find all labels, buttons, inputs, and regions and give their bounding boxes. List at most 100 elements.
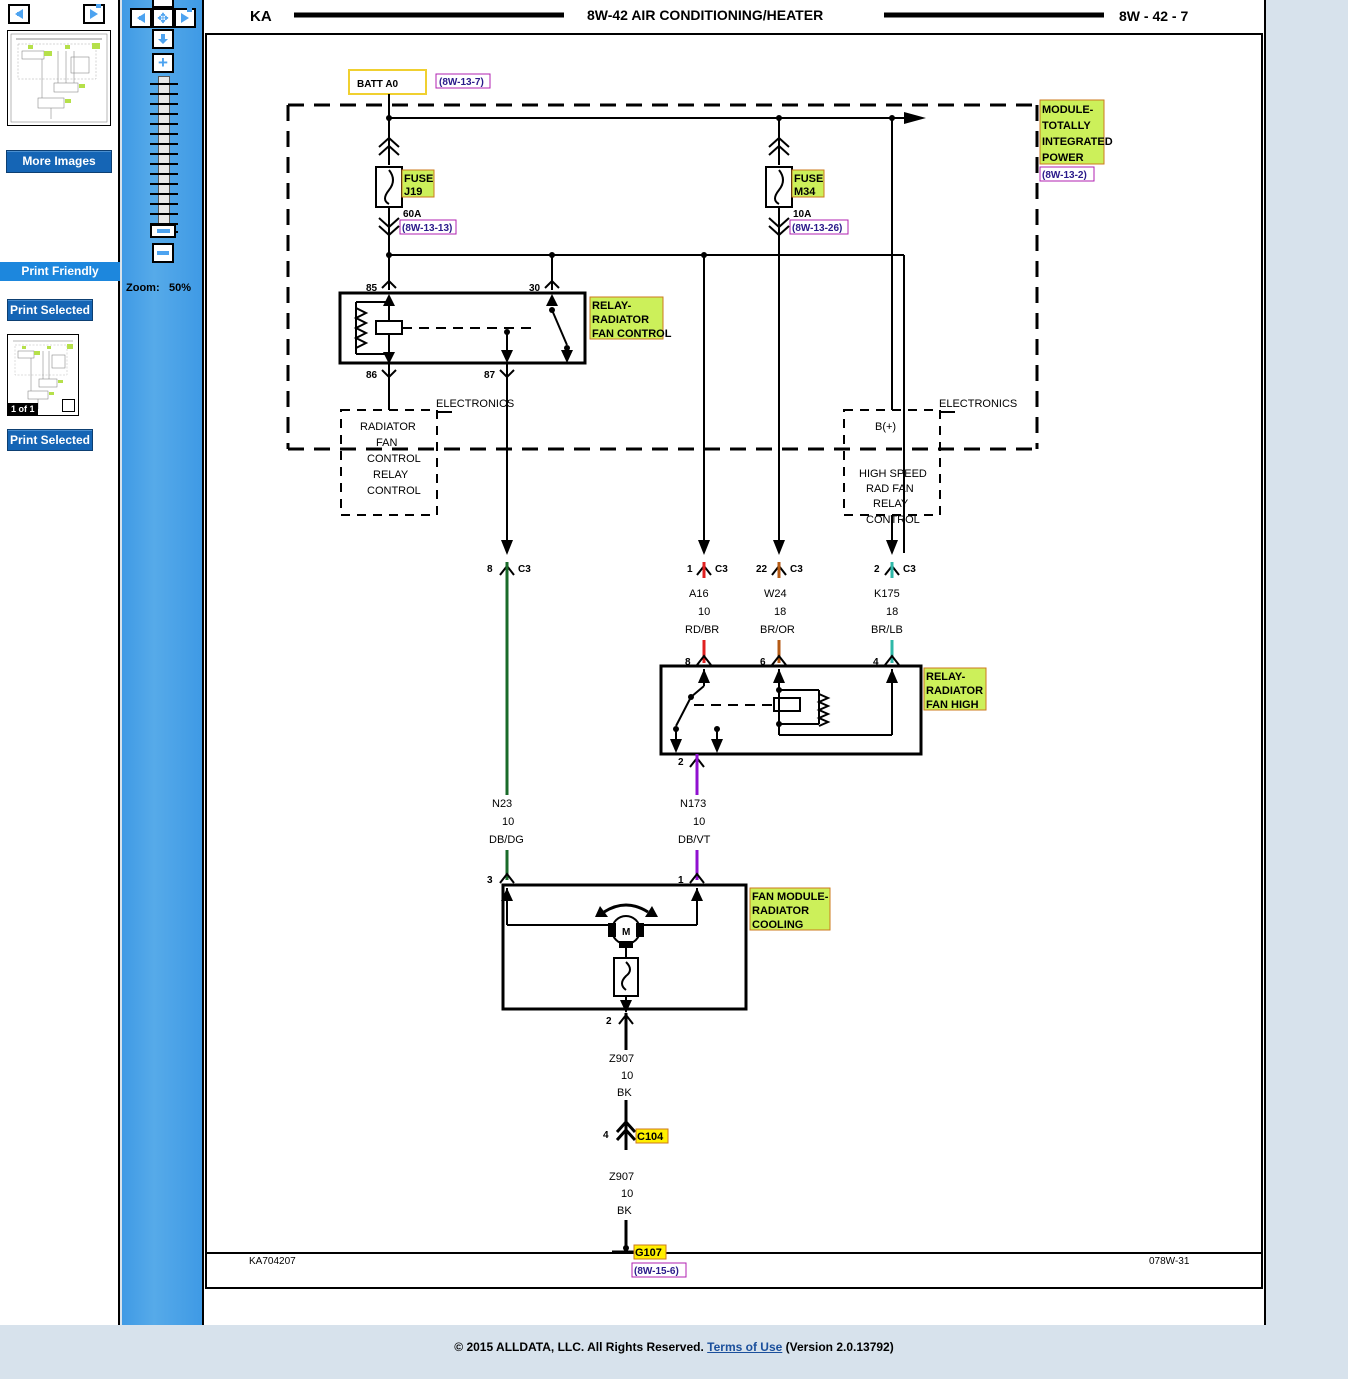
fuse-j19-line2: J19: [404, 186, 422, 198]
image-navigation-row: [0, 0, 118, 28]
wire-n173-color: DB/VT: [678, 834, 711, 846]
plus-icon: +: [158, 53, 168, 72]
minus-icon: [157, 251, 169, 255]
tipm-line3: INTEGRATED: [1042, 136, 1113, 148]
previous-image-button[interactable]: [8, 4, 30, 24]
page-select-checkbox[interactable]: [62, 399, 75, 412]
pan-down-button[interactable]: [152, 29, 174, 49]
wire-n173-gauge: 10: [693, 816, 705, 828]
electronics-right-line0: B(+): [875, 421, 896, 433]
electronics-left-line4: RELAY: [373, 469, 409, 481]
right-arrow-icon: [90, 4, 101, 19]
relay-fan-control-line2: RADIATOR: [592, 314, 649, 326]
wire-n23-color: DB/DG: [489, 834, 524, 846]
diagram-footer-right-code: 078W-31: [1149, 1256, 1190, 1267]
left-arrow-icon: [15, 9, 23, 19]
tipm-line4: POWER: [1042, 152, 1084, 164]
c3-pin1-label: C3: [715, 564, 728, 575]
c3-pin1-number: 1: [687, 564, 693, 575]
relay-fan-control-line1: RELAY-: [592, 300, 632, 312]
page-footer: © 2015 ALLDATA, LLC. All Rights Reserved…: [0, 1340, 1348, 1354]
ground-wire-upper-color: BK: [617, 1087, 632, 1099]
fan-module-line3: COOLING: [752, 919, 803, 931]
print-page-thumbnail[interactable]: 1 of 1: [7, 334, 79, 416]
version-text: (Version 2.0.13792): [785, 1340, 894, 1354]
diagram-header-page: 8W - 42 - 7: [1119, 8, 1188, 24]
ground-wire-lower-color: BK: [617, 1205, 632, 1217]
terms-of-use-link[interactable]: Terms of Use: [707, 1340, 782, 1354]
wire-k175-id: K175: [874, 588, 900, 600]
c3-pin2-label: C3: [903, 564, 916, 575]
wire-n173-id: N173: [680, 798, 706, 810]
relay-fan-control-pin87: 87: [484, 370, 496, 381]
c3-pin8-label: C3: [518, 564, 531, 575]
zoom-slider-handle[interactable]: [150, 224, 176, 238]
pan-right-button[interactable]: [174, 8, 196, 28]
tipm-line1: MODULE-: [1042, 104, 1094, 116]
print-selected-button-bottom[interactable]: Print Selected: [7, 429, 93, 451]
wire-n23-id: N23: [492, 798, 512, 810]
c3-pin22-number: 22: [756, 564, 768, 575]
relay-fan-high-line1: RELAY-: [926, 671, 966, 683]
c3-pin8-number: 8: [487, 564, 493, 575]
next-image-button[interactable]: [83, 4, 105, 24]
electronics-right-line1: HIGH SPEED: [859, 468, 927, 480]
batt-a0-ref: (8W-13-7): [439, 77, 484, 88]
ground-wire-upper-id: Z907: [609, 1053, 634, 1065]
c104-label: C104: [637, 1131, 664, 1143]
electronics-left-line3: CONTROL: [367, 453, 421, 465]
relay-fan-high-line2: RADIATOR: [926, 685, 983, 697]
tipm-line2: TOTALLY: [1042, 120, 1091, 132]
page-counter-badge: 1 of 1: [8, 403, 38, 415]
ground-wire-lower-gauge: 10: [621, 1188, 633, 1200]
pan-left-button[interactable]: [130, 8, 152, 28]
zoom-control-panel: ✥ + Zoom: 50%: [122, 0, 204, 1325]
fan-module-pin2: 2: [606, 1016, 612, 1027]
wire-a16-id: A16: [689, 588, 709, 600]
wire-w24-id: W24: [764, 588, 787, 600]
diagram-viewport[interactable]: KA 8W-42 AIR CONDITIONING/HEATER 8W - 42…: [204, 0, 1266, 1325]
electronics-left-caption: ELECTRONICS: [436, 398, 514, 410]
copyright-text: © 2015 ALLDATA, LLC. All Rights Reserved…: [454, 1340, 704, 1354]
g107-label: G107: [635, 1247, 662, 1259]
fuse-j19-ref: (8W-13-13): [402, 223, 452, 234]
zoom-slider-track[interactable]: [150, 76, 178, 238]
diagram-header-left-code: KA: [250, 8, 272, 25]
zoom-in-button[interactable]: +: [152, 53, 174, 73]
c104-pin-number: 4: [603, 1130, 609, 1141]
more-images-button[interactable]: More Images: [6, 150, 112, 173]
thumbnail-preview-icon: [8, 31, 110, 125]
batt-a0-label: BATT A0: [357, 79, 399, 90]
pan-center-button[interactable]: ✥: [152, 8, 174, 28]
wire-n23-gauge: 10: [502, 816, 514, 828]
relay-fan-control-line3: FAN CONTROL: [592, 328, 672, 340]
zoom-caption: Zoom:: [126, 282, 160, 294]
wire-a16-color: RD/BR: [685, 624, 719, 636]
c3-pin22-label: C3: [790, 564, 803, 575]
print-selected-button-top[interactable]: Print Selected: [7, 299, 93, 321]
fuse-j19-line1: FUSE: [404, 173, 433, 185]
relay-fan-high-line3: FAN HIGH: [926, 699, 979, 711]
image-thumbnail-large[interactable]: [7, 30, 111, 126]
g107-ref: (8W-15-6): [634, 1266, 679, 1277]
ground-wire-lower-id: Z907: [609, 1171, 634, 1183]
down-arrow-icon: [158, 34, 168, 44]
wire-k175-gauge: 18: [886, 606, 898, 618]
tipm-ref: (8W-13-2): [1042, 170, 1087, 181]
c3-pin2-number: 2: [874, 564, 880, 575]
wire-w24-gauge: 18: [774, 606, 786, 618]
relay-fan-control-pin86: 86: [366, 370, 378, 381]
diagram-footer-left-code: KA704207: [249, 1256, 296, 1267]
fuse-j19-amps: 60A: [403, 209, 421, 220]
fuse-m34-ref: (8W-13-26): [792, 223, 842, 234]
wiring-diagram-page: KA 8W-42 AIR CONDITIONING/HEATER 8W - 42…: [204, 0, 1264, 1325]
diagram-header-title: 8W-42 AIR CONDITIONING/HEATER: [587, 7, 823, 23]
zoom-out-button[interactable]: [152, 243, 174, 263]
fuse-j19-body: [375, 166, 403, 208]
wiring-diagram-svg: KA 8W-42 AIR CONDITIONING/HEATER 8W - 42…: [204, 0, 1264, 1325]
fuse-m34-body: [765, 166, 793, 208]
fan-motor-letter: M: [622, 927, 630, 938]
pan-up-button[interactable]: [152, 0, 174, 8]
wire-a16-gauge: 10: [698, 606, 710, 618]
wire-w24-color: BR/OR: [760, 624, 795, 636]
